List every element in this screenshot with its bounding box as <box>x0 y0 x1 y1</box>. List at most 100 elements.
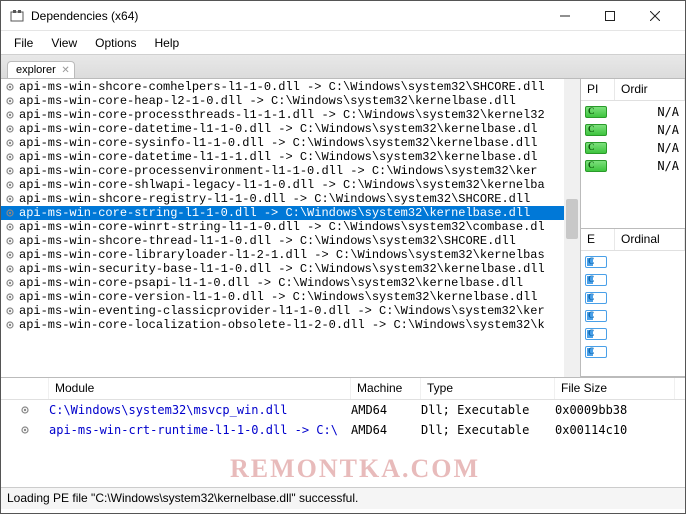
dependency-row[interactable]: api-ms-win-core-libraryloader-l1-2-1.dll… <box>1 248 580 262</box>
tab-explorer[interactable]: explorer ✕ <box>7 61 75 78</box>
import-row[interactable]: N/A <box>585 157 681 175</box>
minimize-button[interactable] <box>542 2 587 30</box>
dependency-path: api-ms-win-core-psapi-l1-1-0.dll -> C:\W… <box>19 276 523 290</box>
col-ordinal[interactable]: Ordinal <box>615 229 685 250</box>
dependency-row[interactable]: api-ms-win-security-base-l1-1-0.dll -> C… <box>1 262 580 276</box>
menu-help[interactable]: Help <box>146 33 189 53</box>
maximize-button[interactable] <box>587 2 632 30</box>
menu-file[interactable]: File <box>5 33 42 53</box>
import-value: N/A <box>657 105 681 119</box>
tab-close-icon[interactable]: ✕ <box>61 65 69 76</box>
c-badge-icon <box>585 274 607 286</box>
dependency-path: api-ms-win-core-datetime-l1-1-1.dll -> C… <box>19 150 537 164</box>
c-badge-icon <box>585 346 607 358</box>
status-bar: Loading PE file "C:\Windows\system32\ker… <box>1 487 685 509</box>
tab-label: explorer <box>16 64 56 76</box>
col-pi[interactable]: PI <box>581 79 615 100</box>
col-module[interactable]: Module <box>49 378 351 399</box>
import-value: N/A <box>657 159 681 173</box>
module-icon <box>3 249 17 261</box>
module-icon <box>3 137 17 149</box>
module-row[interactable]: C:\Windows\system32\msvcp_win.dllAMD64Dl… <box>1 400 685 420</box>
module-icon <box>3 109 17 121</box>
module-icon <box>1 424 49 436</box>
import-value: N/A <box>657 141 681 155</box>
dependency-row[interactable]: api-ms-win-core-datetime-l1-1-1.dll -> C… <box>1 150 580 164</box>
col-ordir[interactable]: Ordir <box>615 79 685 100</box>
import-row[interactable]: N/A <box>585 103 681 121</box>
c-badge-icon <box>585 124 607 136</box>
dependency-path: api-ms-win-core-shlwapi-legacy-l1-1-0.dl… <box>19 178 545 192</box>
module-icon <box>3 263 17 275</box>
module-machine: AMD64 <box>351 403 421 417</box>
col-icon[interactable] <box>1 378 49 399</box>
dependency-row[interactable]: api-ms-win-eventing-classicprovider-l1-1… <box>1 304 580 318</box>
dependency-path: api-ms-win-security-base-l1-1-0.dll -> C… <box>19 262 545 276</box>
col-filesize[interactable]: File Size <box>555 378 675 399</box>
module-icon <box>3 165 17 177</box>
vertical-scrollbar[interactable] <box>564 79 580 377</box>
col-type[interactable]: Type <box>421 378 555 399</box>
module-icon <box>3 291 17 303</box>
module-filesize: 0x00114c10 <box>555 423 675 437</box>
module-type: Dll; Executable <box>421 403 555 417</box>
dependency-path: api-ms-win-eventing-classicprovider-l1-1… <box>19 304 545 318</box>
dependency-row[interactable]: api-ms-win-core-shlwapi-legacy-l1-1-0.dl… <box>1 178 580 192</box>
module-icon <box>3 207 17 219</box>
dependency-path: api-ms-win-shcore-comhelpers-l1-1-0.dll … <box>19 80 545 94</box>
dependency-row[interactable]: api-ms-win-core-version-l1-1-0.dll -> C:… <box>1 290 580 304</box>
window-title: Dependencies (x64) <box>31 9 542 23</box>
dependency-path: api-ms-win-core-version-l1-1-0.dll -> C:… <box>19 290 537 304</box>
module-icon <box>3 235 17 247</box>
export-row[interactable] <box>585 343 681 361</box>
dependency-path: api-ms-win-core-winrt-string-l1-1-0.dll … <box>19 220 545 234</box>
import-row[interactable]: N/A <box>585 139 681 157</box>
module-path: api-ms-win-crt-runtime-l1-1-0.dll -> C:\ <box>49 423 351 437</box>
module-icon <box>3 193 17 205</box>
module-icon <box>3 277 17 289</box>
c-badge-icon <box>585 142 607 154</box>
dependency-row[interactable]: api-ms-win-core-string-l1-1-0.dll -> C:\… <box>1 206 580 220</box>
dependency-row[interactable]: api-ms-win-core-datetime-l1-1-0.dll -> C… <box>1 122 580 136</box>
dependency-row[interactable]: api-ms-win-core-psapi-l1-1-0.dll -> C:\W… <box>1 276 580 290</box>
dependency-row[interactable]: api-ms-win-shcore-comhelpers-l1-1-0.dll … <box>1 80 580 94</box>
col-e[interactable]: E <box>581 229 615 250</box>
menu-options[interactable]: Options <box>86 33 145 53</box>
export-row[interactable] <box>585 253 681 271</box>
dependency-path: api-ms-win-core-processthreads-l1-1-1.dl… <box>19 108 545 122</box>
c-badge-icon <box>585 310 607 322</box>
module-icon <box>3 81 17 93</box>
col-machine[interactable]: Machine <box>351 378 421 399</box>
dependency-path: api-ms-win-core-heap-l2-1-0.dll -> C:\Wi… <box>19 94 516 108</box>
export-row[interactable] <box>585 325 681 343</box>
dependency-row[interactable]: api-ms-win-core-winrt-string-l1-1-0.dll … <box>1 220 580 234</box>
c-badge-icon <box>585 160 607 172</box>
dependency-row[interactable]: api-ms-win-core-localization-obsolete-l1… <box>1 318 580 332</box>
module-filesize: 0x0009bb38 <box>555 403 675 417</box>
imports-pane: PI Ordir N/A N/A N/A N/A <box>581 79 685 229</box>
module-icon <box>3 95 17 107</box>
titlebar: Dependencies (x64) <box>1 1 685 31</box>
close-button[interactable] <box>632 2 677 30</box>
module-icon <box>3 179 17 191</box>
module-row[interactable]: api-ms-win-crt-runtime-l1-1-0.dll -> C:\… <box>1 420 685 440</box>
dependency-row[interactable]: api-ms-win-core-processthreads-l1-1-1.dl… <box>1 108 580 122</box>
dependency-path: api-ms-win-core-processenvironment-l1-1-… <box>19 164 537 178</box>
export-row[interactable] <box>585 271 681 289</box>
export-row[interactable] <box>585 307 681 325</box>
import-row[interactable]: N/A <box>585 121 681 139</box>
dependency-row[interactable]: api-ms-win-shcore-thread-l1-1-0.dll -> C… <box>1 234 580 248</box>
module-type: Dll; Executable <box>421 423 555 437</box>
module-machine: AMD64 <box>351 423 421 437</box>
dependency-path: api-ms-win-shcore-thread-l1-1-0.dll -> C… <box>19 234 516 248</box>
export-row[interactable] <box>585 289 681 307</box>
tabbar: explorer ✕ <box>1 55 685 79</box>
dependency-path: api-ms-win-shcore-registry-l1-1-0.dll ->… <box>19 192 530 206</box>
menu-view[interactable]: View <box>42 33 86 53</box>
dependency-row[interactable]: api-ms-win-shcore-registry-l1-1-0.dll ->… <box>1 192 580 206</box>
dependency-row[interactable]: api-ms-win-core-heap-l2-1-0.dll -> C:\Wi… <box>1 94 580 108</box>
exports-pane: E Ordinal <box>581 229 685 377</box>
c-badge-icon <box>585 292 607 304</box>
dependency-row[interactable]: api-ms-win-core-sysinfo-l1-1-0.dll -> C:… <box>1 136 580 150</box>
dependency-row[interactable]: api-ms-win-core-processenvironment-l1-1-… <box>1 164 580 178</box>
